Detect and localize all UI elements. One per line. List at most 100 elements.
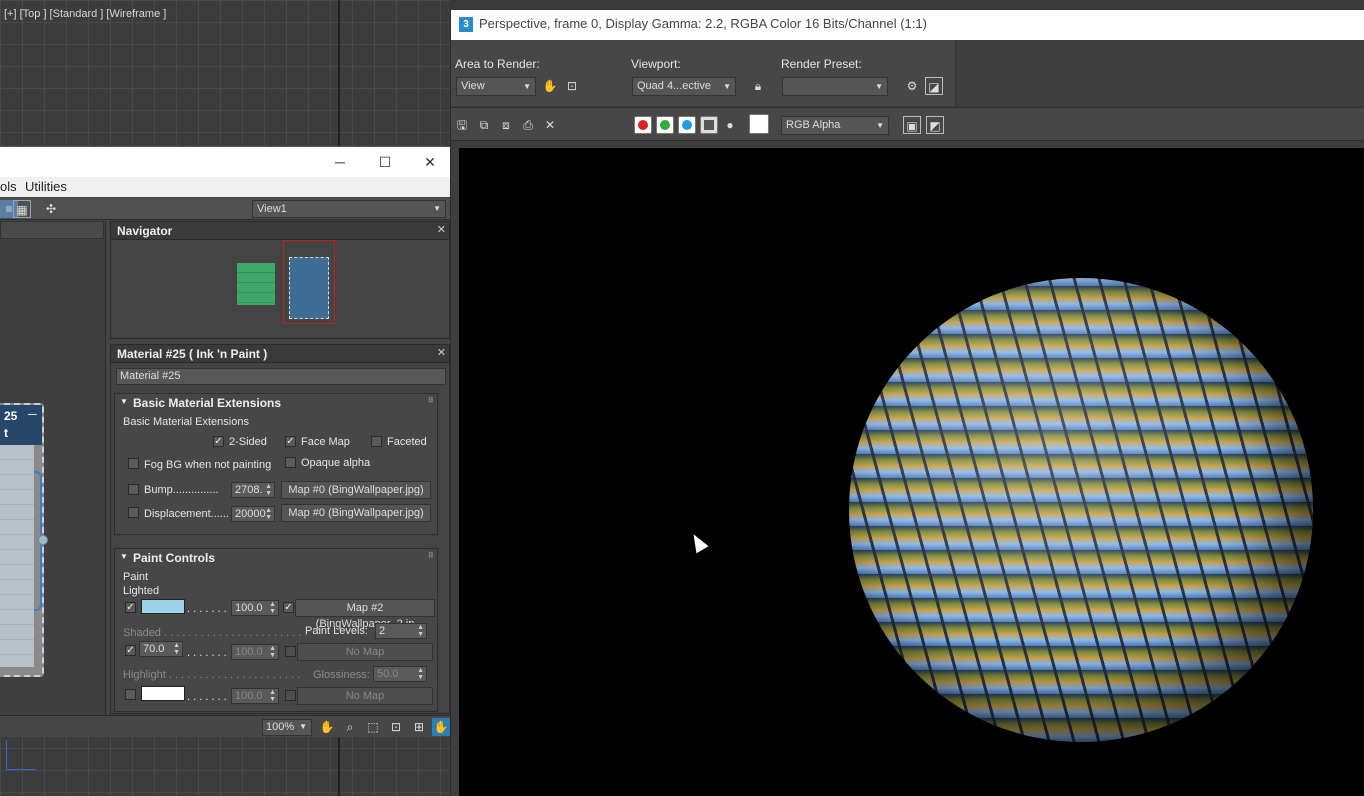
navigator-node-thumb bbox=[237, 263, 275, 305]
render-canvas[interactable] bbox=[459, 148, 1364, 796]
viewport-select[interactable]: Quad 4...ective ▼ bbox=[632, 77, 736, 96]
navigator-title: Navigator ✕ bbox=[111, 222, 449, 240]
axis-gizmo-icon bbox=[6, 740, 36, 770]
highlight-amount-spinner[interactable]: 100.0 ▲ ▼ bbox=[231, 688, 279, 704]
graph-header bbox=[0, 221, 104, 239]
shaded-map-checkbox[interactable] bbox=[285, 646, 296, 657]
lighted-amount-spinner[interactable]: 100.0 ▲ ▼ bbox=[231, 600, 279, 616]
monochrome-icon[interactable]: ● bbox=[721, 116, 739, 134]
clear-icon[interactable]: ✕ bbox=[541, 116, 559, 134]
zoom-region-icon[interactable]: ⬚ bbox=[364, 718, 382, 736]
chevron-down-icon: ▼ bbox=[299, 722, 307, 731]
node-graph[interactable]: 25 t ─ bbox=[0, 221, 106, 715]
clone-window-icon[interactable]: ⧈ bbox=[497, 116, 515, 134]
highlight-map-checkbox[interactable] bbox=[285, 690, 296, 701]
render-preset-select[interactable]: ▼ bbox=[782, 77, 888, 96]
faceted-checkbox[interactable] bbox=[371, 436, 382, 447]
menu-item-utilities[interactable]: Utilities bbox=[25, 179, 67, 194]
alpha-channel-toggle[interactable] bbox=[700, 116, 718, 134]
basic-extensions-rollout: ▼ Basic Material Extensions ⠿ Basic Mate… bbox=[114, 393, 438, 535]
material-name-input[interactable]: Material #25 bbox=[116, 368, 446, 385]
highlight-map-button[interactable]: No Map bbox=[297, 687, 433, 705]
toggle-ui-icon[interactable]: ◩ bbox=[926, 116, 944, 134]
slate-titlebar[interactable]: ─ ☐ ✕ bbox=[0, 147, 450, 177]
slate-menu-bar: ols Utilities bbox=[0, 177, 450, 197]
shaded-checkbox[interactable]: ✓ bbox=[125, 645, 136, 656]
shaded-percent-spinner[interactable]: 70.0 ▲ ▼ bbox=[139, 641, 183, 657]
output-socket-icon[interactable] bbox=[38, 535, 48, 545]
lighted-map-checkbox[interactable]: ✓ bbox=[283, 602, 294, 613]
grip-icon: ⠿ bbox=[427, 551, 434, 560]
glossiness-spinner[interactable]: 50.0 ▲ ▼ bbox=[373, 666, 427, 682]
chevron-down-icon: ▼ bbox=[433, 204, 441, 213]
displacement-amount-spinner[interactable]: 20000 ▲ ▼ bbox=[231, 506, 275, 522]
close-icon[interactable]: ✕ bbox=[416, 151, 444, 173]
material-node-slots[interactable] bbox=[0, 445, 34, 667]
viewport-label[interactable]: [+] [Top ] [Standard ] [Wireframe ] bbox=[4, 8, 166, 20]
zoom-selected-icon[interactable]: ⊞ bbox=[410, 718, 428, 736]
print-icon[interactable]: ⎙ bbox=[519, 116, 537, 134]
rendered-sphere-image bbox=[849, 278, 1313, 742]
color-swatch[interactable] bbox=[749, 114, 769, 134]
slate-material-editor: ─ ☐ ✕ ols Utilities ≡ ▦ ✣ View1 ▼ 25 t ─ … bbox=[0, 146, 450, 737]
lighted-map-button[interactable]: Map #2 (BingWallpaper_2.jp bbox=[295, 599, 435, 630]
paint-levels-spinner[interactable]: 2 ▲ ▼ bbox=[375, 623, 427, 639]
area-to-render-select[interactable]: View ▼ bbox=[456, 77, 536, 96]
opaque-alpha-checkbox[interactable] bbox=[285, 457, 296, 468]
edit-region-icon[interactable]: ✋ bbox=[541, 77, 559, 95]
rollout-header[interactable]: ▼ Basic Material Extensions ⠿ bbox=[115, 394, 437, 412]
channel-display-select[interactable]: RGB Alpha ▼ bbox=[781, 116, 889, 135]
highlight-color-swatch[interactable] bbox=[141, 686, 185, 701]
displacement-map-button[interactable]: Map #0 (BingWallpaper.jpg) bbox=[281, 504, 431, 522]
collapse-icon[interactable]: ─ bbox=[28, 407, 37, 421]
bump-amount-spinner[interactable]: 2708. ▲ ▼ bbox=[231, 482, 275, 498]
maximize-icon[interactable]: ☐ bbox=[371, 151, 399, 173]
blue-channel-toggle[interactable] bbox=[678, 116, 696, 134]
lock-icon[interactable]: 🔒︎ bbox=[749, 77, 767, 95]
displacement-checkbox[interactable] bbox=[128, 507, 139, 518]
material-node-header[interactable]: 25 t ─ bbox=[0, 405, 42, 445]
highlight-checkbox[interactable] bbox=[125, 689, 136, 700]
two-sided-checkbox[interactable]: ✓ bbox=[213, 436, 224, 447]
zoom-extents-icon[interactable]: ⊡ bbox=[387, 718, 405, 736]
face-map-checkbox[interactable]: ✓ bbox=[285, 436, 296, 447]
zoom-icon[interactable]: ⌕ bbox=[341, 718, 359, 736]
collapse-triangle-icon: ▼ bbox=[120, 552, 128, 561]
viewport-axis-line bbox=[338, 0, 340, 146]
green-channel-toggle[interactable] bbox=[656, 116, 674, 134]
render-titlebar[interactable]: 3 Perspective, frame 0, Display Gamma: 2… bbox=[451, 10, 1364, 40]
pan-to-selected-icon[interactable]: ✋ bbox=[432, 718, 450, 736]
mouse-cursor-icon bbox=[687, 530, 709, 554]
red-channel-icon bbox=[638, 120, 648, 130]
copy-image-icon[interactable]: ⧉ bbox=[475, 116, 493, 134]
view-select[interactable]: View1 ▼ bbox=[252, 200, 446, 218]
render-setup-icon[interactable]: ⚙ bbox=[903, 77, 921, 95]
viewport-axis-line bbox=[338, 738, 340, 796]
material-node[interactable]: 25 t ─ bbox=[0, 403, 48, 677]
checker-icon[interactable]: ▦ bbox=[13, 200, 31, 218]
close-icon[interactable]: ✕ bbox=[437, 223, 446, 236]
pan-hand-icon[interactable]: ✋ bbox=[318, 718, 336, 736]
red-channel-toggle[interactable] bbox=[634, 116, 652, 134]
auto-region-icon[interactable]: ⊡ bbox=[563, 77, 581, 95]
navigator-panel: Navigator ✕ bbox=[110, 221, 450, 339]
chevron-down-icon: ▼ bbox=[723, 82, 731, 91]
environment-icon[interactable]: ◪ bbox=[925, 77, 943, 95]
minimize-icon[interactable]: ─ bbox=[326, 151, 354, 173]
close-icon[interactable]: ✕ bbox=[437, 346, 446, 359]
shaded-map-button[interactable]: No Map bbox=[297, 643, 433, 661]
save-image-icon[interactable]: 🖫 bbox=[453, 116, 471, 134]
zoom-select[interactable]: 100% ▼ bbox=[262, 719, 312, 736]
bump-map-button[interactable]: Map #0 (BingWallpaper.jpg) bbox=[281, 481, 431, 499]
pick-material-icon[interactable]: ✣ bbox=[42, 200, 60, 218]
toggle-ui-overlay-icon[interactable]: ▣ bbox=[903, 116, 921, 134]
blue-channel-icon bbox=[682, 120, 692, 130]
rollout-header[interactable]: ▼ Paint Controls ⠿ bbox=[115, 549, 437, 567]
menu-item-tools[interactable]: ols bbox=[0, 179, 17, 194]
lighted-color-swatch[interactable] bbox=[141, 599, 185, 614]
shaded-amount-spinner[interactable]: 100.0 ▲ ▼ bbox=[231, 644, 279, 660]
fog-bg-checkbox[interactable] bbox=[128, 458, 139, 469]
navigator-node-thumb bbox=[289, 257, 329, 319]
lighted-checkbox[interactable]: ✓ bbox=[125, 602, 136, 613]
bump-checkbox[interactable] bbox=[128, 484, 139, 495]
